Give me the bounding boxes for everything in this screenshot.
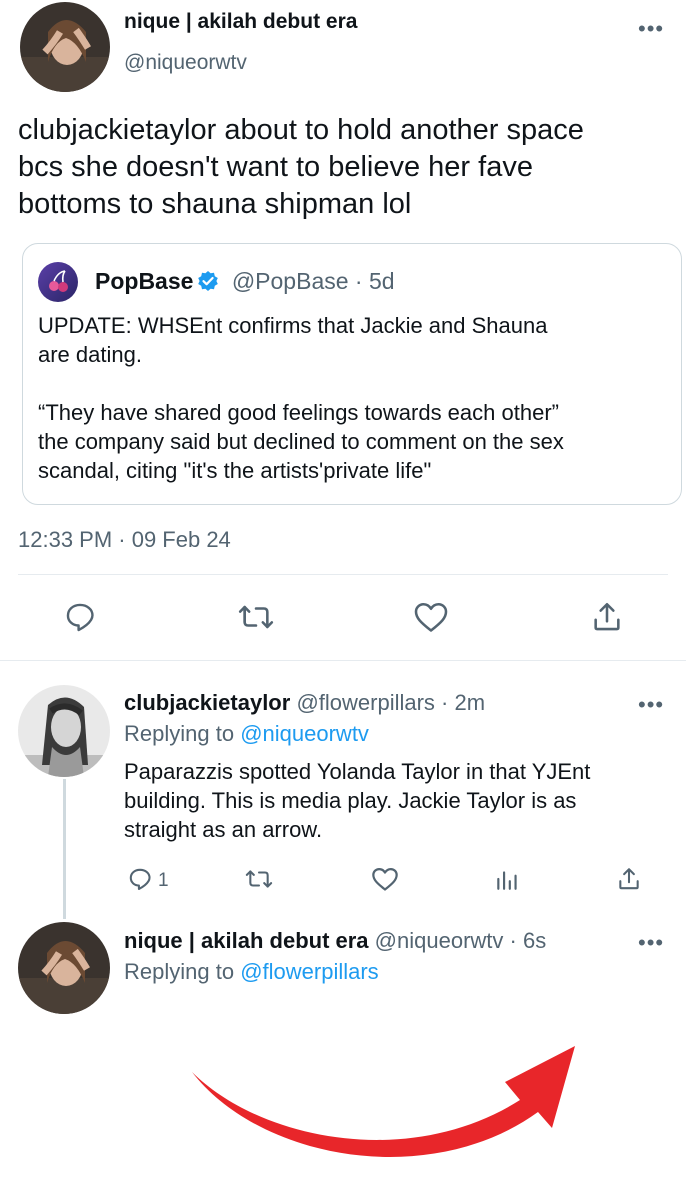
author-name[interactable]: nique | akilah debut era: [124, 10, 357, 34]
share-icon[interactable]: [616, 866, 642, 892]
quoted-text-line: the company said but declined to comment…: [38, 429, 564, 454]
replying-to-link[interactable]: @niqueorwtv: [240, 721, 369, 746]
avatar[interactable]: [18, 685, 110, 777]
reply-handle: @niqueorwtv: [374, 928, 504, 953]
more-icon[interactable]: •••: [638, 18, 664, 40]
replying-to-label: Replying to: [124, 959, 235, 984]
replying-to: Replying to @flowerpillars: [124, 959, 379, 985]
quoted-text-line: UPDATE: WHSEnt confirms that Jackie and …: [38, 313, 548, 338]
reply-age: · 2m: [441, 690, 486, 715]
avatar[interactable]: [18, 922, 110, 1014]
heart-icon[interactable]: [413, 600, 449, 634]
more-icon[interactable]: •••: [638, 694, 664, 716]
reply-count: 1: [158, 870, 169, 891]
thread-line: [63, 779, 66, 919]
divider: [18, 574, 668, 575]
quoted-author[interactable]: PopBase @PopBase · 5d: [95, 268, 395, 298]
share-icon[interactable]: [590, 600, 624, 634]
quoted-avatar[interactable]: [38, 262, 78, 302]
replying-to: Replying to @niqueorwtv: [124, 721, 369, 747]
replying-to-label: Replying to: [124, 721, 235, 746]
reply-author[interactable]: clubjackietaylor @flowerpillars · 2m: [124, 690, 485, 716]
quoted-text-line: “They have shared good feelings towards …: [38, 400, 559, 425]
analytics-icon[interactable]: [494, 866, 520, 892]
reply-text-line: straight as an arrow.: [124, 817, 323, 842]
tweet-text-line: bottoms to shauna shipman lol: [18, 188, 412, 220]
comment-icon[interactable]: [127, 866, 153, 892]
quoted-text: UPDATE: WHSEnt confirms that Jackie and …: [38, 311, 564, 485]
reply-display-name: clubjackietaylor: [124, 690, 291, 715]
quoted-display-name: PopBase: [95, 268, 194, 294]
reply-text-line: Paparazzis spotted Yolanda Taylor in tha…: [124, 759, 591, 784]
reply-age: · 6s: [509, 928, 547, 953]
quoted-text-line: are dating.: [38, 342, 142, 367]
tweet-timestamp[interactable]: 12:33 PM · 09 Feb 24: [18, 527, 231, 553]
red-arrow: [180, 1040, 590, 1190]
reply-display-name: nique | akilah debut era: [124, 928, 369, 953]
quoted-text-line: scandal, citing "it's the artists'privat…: [38, 458, 432, 483]
avatar[interactable]: [20, 2, 110, 92]
quoted-age: · 5d: [354, 268, 395, 294]
heart-icon[interactable]: [371, 866, 399, 892]
tweet-text-line: bcs she doesn't want to believe her fave: [18, 151, 533, 183]
divider: [0, 660, 686, 661]
more-icon[interactable]: •••: [638, 932, 664, 954]
tweet-text-line: clubjackietaylor about to hold another s…: [18, 114, 584, 146]
tweet-text: clubjackietaylor about to hold another s…: [18, 112, 584, 223]
reply-author[interactable]: nique | akilah debut era @niqueorwtv · 6…: [124, 928, 546, 954]
reply-handle: @flowerpillars: [296, 690, 435, 715]
retweet-icon[interactable]: [244, 866, 274, 892]
reply-text-line: building. This is media play. Jackie Tay…: [124, 788, 577, 813]
quoted-handle: @PopBase: [231, 268, 349, 294]
comment-icon[interactable]: [63, 600, 97, 634]
author-handle[interactable]: @niqueorwtv: [124, 51, 247, 75]
reply-text: Paparazzis spotted Yolanda Taylor in tha…: [124, 757, 590, 844]
verified-badge-icon: [197, 270, 219, 298]
replying-to-link[interactable]: @flowerpillars: [240, 959, 378, 984]
retweet-icon[interactable]: [237, 600, 275, 634]
